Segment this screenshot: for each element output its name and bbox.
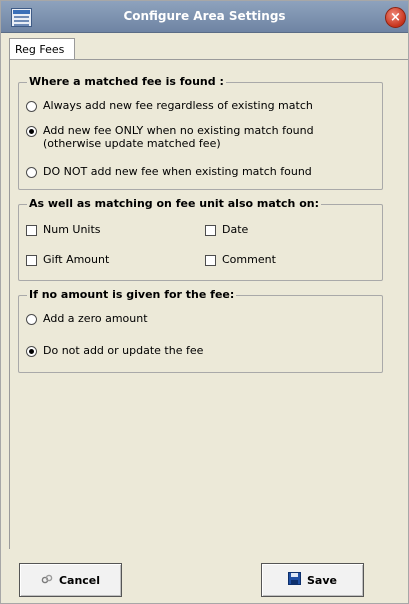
do-not-add-update-radio[interactable]: Do not add or update the fee	[26, 344, 203, 357]
save-label: Save	[307, 573, 337, 587]
radio-button-selected[interactable]	[26, 346, 37, 357]
always-add-label: Always add new fee regardless of existin…	[43, 99, 313, 112]
add-only-when-no-match-radio[interactable]: Add new fee ONLY when no existing match …	[26, 124, 314, 150]
do-not-add-label: DO NOT add new fee when existing match f…	[43, 165, 312, 178]
close-icon[interactable]: ×	[385, 7, 406, 28]
tab-panel-border-left	[9, 59, 10, 549]
configure-area-settings-dialog: Configure Area Settings × Reg Fees Where…	[0, 0, 409, 604]
always-add-radio[interactable]: Always add new fee regardless of existin…	[26, 99, 313, 112]
tab-panel-border	[9, 59, 408, 60]
also-match-group: As well as matching on fee unit also mat…	[18, 197, 383, 281]
radio-button-selected[interactable]	[26, 126, 37, 137]
do-not-add-update-label: Do not add or update the fee	[43, 344, 204, 357]
no-amount-legend: If no amount is given for the fee:	[27, 288, 237, 301]
add-zero-amount-radio[interactable]: Add a zero amount	[26, 312, 148, 325]
no-amount-group: If no amount is given for the fee: Add a…	[18, 288, 383, 373]
window-title: Configure Area Settings	[123, 9, 286, 23]
title-bar[interactable]: Configure Area Settings ×	[1, 1, 408, 33]
date-label: Date	[222, 223, 249, 236]
cancel-button[interactable]: Cancel	[19, 563, 122, 597]
match-found-legend: Where a matched fee is found :	[27, 75, 226, 88]
radio-button[interactable]	[26, 314, 37, 325]
checkbox[interactable]	[205, 255, 216, 266]
date-checkbox[interactable]: Date	[205, 223, 248, 236]
tab-reg-fees[interactable]: Reg Fees	[9, 38, 75, 59]
num-units-checkbox[interactable]: Num Units	[26, 223, 101, 236]
match-found-group: Where a matched fee is found : Always ad…	[18, 75, 383, 190]
checkbox[interactable]	[205, 225, 216, 236]
radio-button[interactable]	[26, 167, 37, 178]
comment-label: Comment	[222, 253, 276, 266]
add-zero-amount-label: Add a zero amount	[43, 312, 148, 325]
floppy-disk-icon	[288, 572, 301, 588]
radio-button[interactable]	[26, 101, 37, 112]
gift-amount-label: Gift Amount	[43, 253, 110, 266]
gift-amount-checkbox[interactable]: Gift Amount	[26, 253, 109, 266]
also-match-legend: As well as matching on fee unit also mat…	[27, 197, 321, 210]
num-units-label: Num Units	[43, 223, 101, 236]
cancel-label: Cancel	[58, 573, 101, 587]
checkbox[interactable]	[26, 225, 37, 236]
checkbox[interactable]	[26, 255, 37, 266]
comment-checkbox[interactable]: Comment	[205, 253, 276, 266]
do-not-add-radio[interactable]: DO NOT add new fee when existing match f…	[26, 165, 312, 178]
save-button[interactable]: Save	[261, 563, 364, 597]
add-only-when-no-match-label: Add new fee ONLY when no existing match …	[43, 124, 314, 150]
link-icon	[41, 573, 53, 588]
